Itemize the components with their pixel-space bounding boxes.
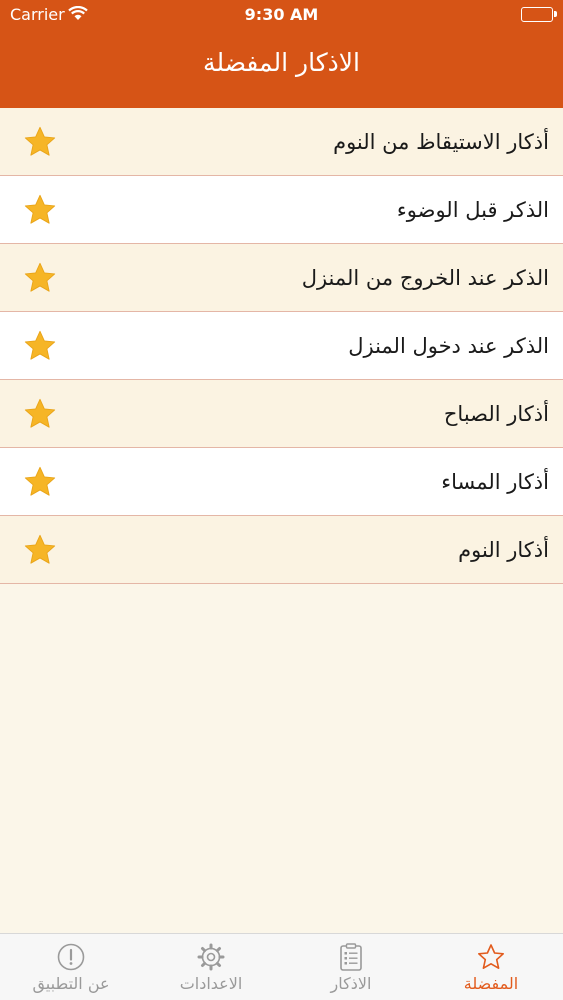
list-item-label: أذكار المساء (441, 470, 549, 494)
list-item-label: أذكار الاستيقاظ من النوم (333, 130, 549, 154)
page-title: الاذكار المفضلة (203, 48, 360, 77)
star-icon[interactable] (22, 396, 58, 432)
list-item[interactable]: أذكار الصباح (0, 380, 563, 448)
list-item-label: أذكار النوم (458, 538, 549, 562)
list-item-label: أذكار الصباح (443, 402, 549, 426)
list-item[interactable]: أذكار الاستيقاظ من النوم (0, 108, 563, 176)
tab-favorites[interactable]: المفضلة (421, 934, 561, 1000)
favorites-list: أذكار الاستيقاظ من النوم الذكر قبل الوضو… (0, 108, 563, 584)
tab-bar: عن التطبيق الاعدادات الاذكار المفضلة (0, 933, 563, 1000)
tab-settings[interactable]: الاعدادات (141, 934, 281, 1000)
list-item[interactable]: الذكر عند دخول المنزل (0, 312, 563, 380)
star-icon[interactable] (22, 124, 58, 160)
list-item[interactable]: أذكار النوم (0, 516, 563, 584)
list-item[interactable]: أذكار المساء (0, 448, 563, 516)
list-item-label: الذكر عند الخروج من المنزل (301, 266, 549, 290)
gear-icon (197, 943, 225, 971)
clock: 9:30 AM (244, 5, 319, 24)
info-circle-icon (57, 943, 85, 971)
list-item[interactable]: الذكر قبل الوضوء (0, 176, 563, 244)
list-item-label: الذكر قبل الوضوء (396, 198, 549, 222)
list-item-label: الذكر عند دخول المنزل (348, 334, 549, 358)
star-icon[interactable] (22, 328, 58, 364)
tab-adhkar[interactable]: الاذكار (281, 934, 421, 1000)
list-item[interactable]: الذكر عند الخروج من المنزل (0, 244, 563, 312)
star-outline-icon (478, 944, 504, 969)
tab-about[interactable]: عن التطبيق (1, 934, 141, 1000)
tab-label: المفضلة (463, 974, 519, 993)
clipboard-list-icon (340, 943, 362, 971)
status-bar: Carrier 9:30 AM (0, 0, 563, 30)
star-icon[interactable] (22, 532, 58, 568)
star-icon[interactable] (22, 192, 58, 228)
tab-label: الاعدادات (179, 974, 243, 993)
tab-label: عن التطبيق (32, 974, 110, 993)
star-icon[interactable] (22, 260, 58, 296)
tab-label: الاذكار (330, 974, 372, 993)
star-icon[interactable] (22, 464, 58, 500)
header: Carrier 9:30 AM الاذكار المفضلة (0, 0, 563, 108)
battery-icon (521, 7, 557, 22)
